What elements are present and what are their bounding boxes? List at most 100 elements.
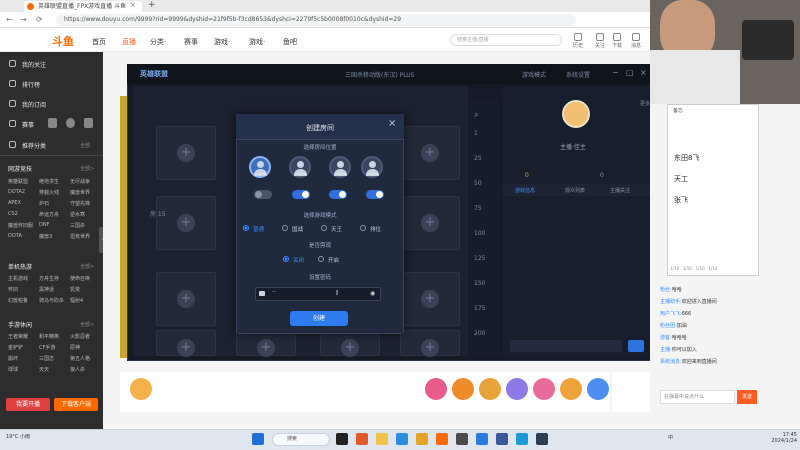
- app-icon[interactable]: [336, 433, 348, 445]
- section-recommend-title[interactable]: 推荐分类: [22, 141, 46, 150]
- sidebar-category-item[interactable]: 英雄联盟: [8, 178, 28, 185]
- sidebar-category-item[interactable]: DOTA: [8, 233, 22, 239]
- sidebar-category-item[interactable]: 原神: [70, 344, 80, 351]
- sidebar-category-item[interactable]: DNF: [39, 222, 49, 228]
- danmu-send-button[interactable]: 发送: [737, 390, 757, 404]
- app-icon[interactable]: [496, 433, 508, 445]
- seat-avatar[interactable]: PLAYER: [361, 156, 383, 178]
- nav-match[interactable]: 赛事: [184, 37, 198, 47]
- tab-close-icon[interactable]: ×: [130, 0, 136, 11]
- gift-icon[interactable]: [452, 378, 474, 400]
- room-slot[interactable]: +: [400, 196, 460, 250]
- nav-live[interactable]: 直播: [122, 37, 136, 47]
- eye-icon[interactable]: ◉: [370, 290, 375, 297]
- download-client-button[interactable]: 下载客户端: [54, 398, 98, 411]
- room-slot[interactable]: +: [156, 272, 216, 326]
- url-field[interactable]: https://www.douyu.com/9999?rid=9999&dysh…: [56, 14, 576, 26]
- message-button[interactable]: 消息: [626, 33, 646, 49]
- douyu-icon[interactable]: [436, 433, 448, 445]
- app-icon[interactable]: [536, 433, 548, 445]
- sidebar-category-item[interactable]: 魔兽世界: [70, 189, 90, 196]
- danmu-user[interactable]: 用户飞飞:: [660, 311, 682, 317]
- danmu-input[interactable]: 在弹幕中说点什么: [660, 390, 735, 404]
- room-slot[interactable]: +: [156, 196, 216, 250]
- audience-radio[interactable]: [318, 256, 324, 262]
- app-icon[interactable]: [456, 433, 468, 445]
- sidebar-category-item[interactable]: 守望先锋: [70, 200, 90, 207]
- danmu-user[interactable]: 粉丝团:: [660, 323, 677, 329]
- section-netgame-more[interactable]: 全部>: [80, 165, 94, 172]
- sidebar-category-item[interactable]: 方舟生存: [39, 275, 59, 282]
- anchor-avatar[interactable]: [562, 100, 590, 128]
- app-icon[interactable]: [516, 433, 528, 445]
- nav-home[interactable]: 首页: [92, 37, 106, 47]
- room-slot[interactable]: +: [156, 126, 216, 180]
- browser-tab[interactable]: 英雄联盟直播_FPX游戏直播 斗鱼: [24, 1, 142, 12]
- sidebar-category-item[interactable]: 火影忍者: [70, 333, 90, 340]
- sidebar-category-item[interactable]: 黑神话: [39, 286, 54, 293]
- sidebar-category-item[interactable]: 骑马与砍杀: [39, 297, 64, 304]
- audience-label[interactable]: 关闭: [293, 256, 304, 264]
- sidebar-category-item[interactable]: 炉石: [39, 200, 49, 207]
- sidebar-category-item[interactable]: 无尽战争: [70, 178, 90, 185]
- sidebar-category-item[interactable]: 怀旧: [8, 286, 18, 293]
- room-search-icon[interactable]: ⌕: [474, 110, 478, 120]
- sidebar-item-match[interactable]: 赛事: [22, 120, 34, 129]
- sidebar-category-item[interactable]: 幻兽帕鲁: [8, 297, 28, 304]
- danmu-user[interactable]: 粉丝:: [660, 287, 672, 293]
- audience-label[interactable]: 开启: [328, 256, 339, 264]
- seat-toggle[interactable]: [292, 190, 310, 199]
- reload-icon[interactable]: ⟳: [36, 14, 43, 26]
- sidebar-category-item[interactable]: 主机游戏: [8, 275, 28, 282]
- seat-toggle[interactable]: [254, 190, 272, 199]
- sidebar-category-item[interactable]: 魔兽3: [39, 233, 52, 240]
- tab-anchor-follow[interactable]: 主播关注: [610, 187, 630, 194]
- sidebar-category-item[interactable]: 穿越火线: [39, 189, 59, 196]
- sidebar-category-item[interactable]: 金铲铲: [8, 344, 23, 351]
- mode-radio[interactable]: [243, 225, 249, 231]
- sidebar-category-item[interactable]: 球球: [8, 366, 18, 373]
- sidebar-category-item[interactable]: 崩坏: [8, 355, 18, 362]
- seat-toggle[interactable]: [329, 190, 347, 199]
- history-button[interactable]: 历史: [568, 33, 588, 49]
- room-slot[interactable]: +: [156, 330, 216, 357]
- mode-radio[interactable]: [321, 225, 327, 231]
- mode-radio[interactable]: [282, 225, 288, 231]
- sidebar-category-item[interactable]: CF手游: [39, 344, 55, 351]
- send-plane-icon[interactable]: [628, 340, 644, 352]
- sidebar-item-subscribe[interactable]: 我的订阅: [22, 100, 46, 109]
- room-slot[interactable]: +: [400, 330, 460, 357]
- gift-icon[interactable]: [479, 378, 501, 400]
- sidebar-category-item[interactable]: 饥荒: [70, 286, 80, 293]
- sidebar-category-item[interactable]: 三国杀: [70, 222, 85, 229]
- mode-label[interactable]: 排位: [370, 225, 381, 233]
- tab-game-info[interactable]: 游戏信息: [515, 187, 535, 194]
- client-chat-input[interactable]: [510, 340, 622, 352]
- create-button[interactable]: 创建: [290, 311, 348, 326]
- app-icon[interactable]: [416, 433, 428, 445]
- sidebar-category-item[interactable]: 绝地求生: [39, 178, 59, 185]
- sidebar-item-rank[interactable]: 排行榜: [22, 80, 40, 89]
- mode-label[interactable]: 国战: [292, 225, 303, 233]
- client-close-icon[interactable]: ×: [640, 68, 647, 77]
- mode-radio[interactable]: [360, 225, 366, 231]
- nav-yuba[interactable]: 鱼吧: [283, 37, 297, 47]
- dialog-close-icon[interactable]: ×: [388, 118, 396, 129]
- sidebar-category-item[interactable]: 坦克世界: [70, 233, 90, 240]
- sidebar-category-item[interactable]: 命运方舟: [39, 211, 59, 218]
- weather-widget[interactable]: 19°C 小雨: [6, 433, 30, 440]
- maximize-icon[interactable]: □: [626, 68, 634, 77]
- sidebar-category-item[interactable]: CS2: [8, 211, 18, 217]
- sidebar-category-item[interactable]: 魔兽怀旧服: [8, 222, 33, 229]
- nav-category[interactable]: 分类·: [150, 37, 166, 47]
- gift-icon[interactable]: [587, 378, 609, 400]
- gift-icon[interactable]: [506, 378, 528, 400]
- system-tray[interactable]: 中: [668, 434, 673, 441]
- taskbar-clock[interactable]: 17:45 2024/1/24: [755, 432, 797, 444]
- seat-avatar[interactable]: PLAYER: [289, 156, 311, 178]
- gift-icon[interactable]: [533, 378, 555, 400]
- sidebar-category-item[interactable]: 辐射4: [70, 297, 83, 304]
- app-icon[interactable]: [476, 433, 488, 445]
- danmu-user[interactable]: 系统消息:: [660, 359, 682, 365]
- game-mode-button[interactable]: 游戏模式: [522, 70, 546, 79]
